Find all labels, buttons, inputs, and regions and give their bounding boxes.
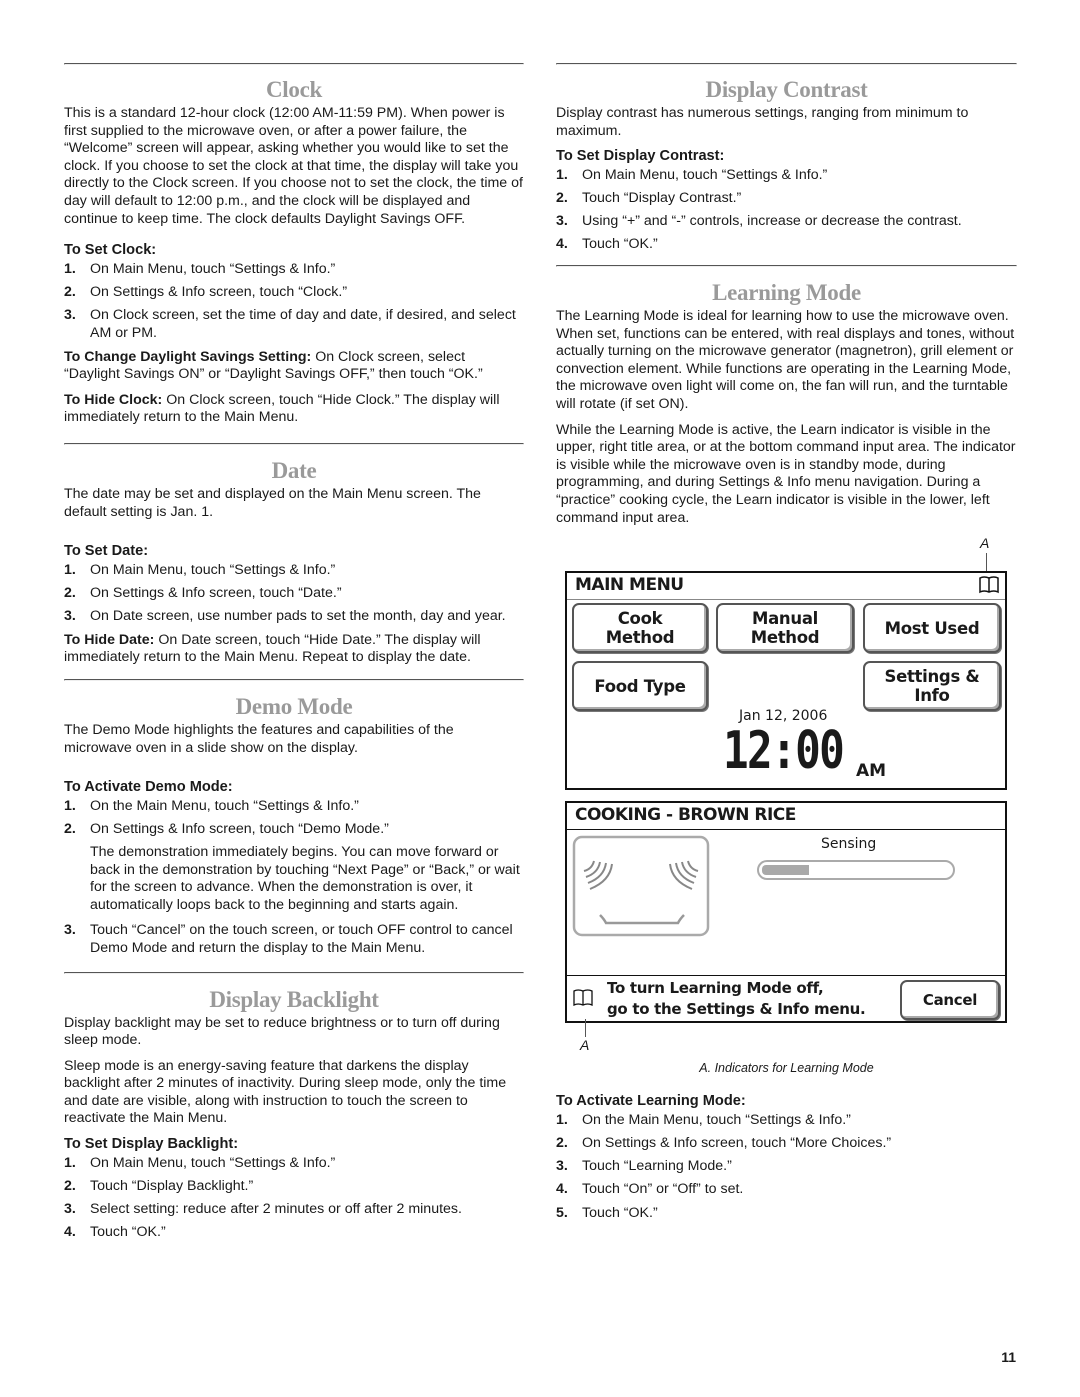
contrast-title: Display Contrast	[705, 77, 868, 102]
right-column: Display Contrast Display contrast has nu…	[556, 63, 1017, 1228]
demo-title: Demo Mode	[235, 694, 353, 720]
time-display: 12:00	[723, 721, 845, 782]
book-icon	[979, 576, 999, 598]
demo-intro: The Demo Mode highlights the features an…	[64, 722, 454, 756]
list-item: 1. On the Main Menu, touch “Settings & In…	[64, 798, 359, 815]
contrast-intro: Display contrast has numerous settings, …	[556, 105, 969, 139]
demo-steps: 1. On the Main Menu, touch “Settings & In…	[64, 798, 524, 957]
most-used-button[interactable]: Most Used	[863, 603, 1001, 654]
list-item: 2. On Settings & Info screen, touch “Demo…	[64, 821, 520, 913]
cooking-screen: COOKING - BROWN RICE Sensing To turn Lea…	[565, 801, 1007, 1024]
food-type-button[interactable]: Food Type	[572, 661, 708, 712]
list-item: 4. Touch “OK.”	[64, 1224, 166, 1241]
clock-subhead: To Set Clock:	[64, 242, 157, 259]
list-item: 2. On Settings & Info screen, touch “Cloc…	[64, 284, 348, 301]
date-title: Date	[271, 457, 317, 483]
clock-steps: 1. On Main Menu, touch “Settings & Info.”…	[64, 261, 524, 342]
list-item: 3. On Clock screen, set the time of day a…	[64, 307, 516, 341]
contrast-steps: 1. On Main Menu, touch “Settings & Info.”…	[556, 167, 1017, 254]
clock-hide-note: To Hide Clock: On Clock screen, touch “H…	[64, 391, 500, 426]
contrast-subhead: To Set Display Contrast:	[556, 148, 725, 165]
section-divider	[64, 442, 524, 445]
backlight-intro-1: Display backlight may be set to reduce b…	[64, 1014, 500, 1049]
section-divider	[556, 63, 1017, 65]
learning-mode-figure: A MAIN MENU Cook Method Manual Method Mo…	[556, 535, 1017, 1075]
list-item: 1. On Main Menu, touch “Settings & Info.”	[64, 562, 336, 579]
main-menu-title: MAIN MENU	[575, 575, 684, 596]
main-menu-screen: MAIN MENU Cook Method Manual Method Most…	[565, 571, 1007, 791]
section-divider	[64, 63, 524, 65]
backlight-title: Display Backlight	[209, 986, 379, 1012]
list-item: 3. Touch “Cancel” on the touch screen, or…	[64, 922, 513, 956]
list-item: 3. Select setting: reduce after 2 minutes…	[64, 1201, 462, 1218]
command-area-divider	[567, 975, 1005, 977]
demo-subhead: To Activate Demo Mode:	[64, 779, 233, 796]
progress-fill	[762, 865, 809, 876]
date-hide-note: To Hide Date: On Date screen, touch “Hid…	[64, 631, 481, 666]
backlight-steps: 1. On Main Menu, touch “Settings & Info.”…	[64, 1155, 524, 1242]
manual-method-button[interactable]: Manual Method	[716, 603, 854, 654]
book-icon	[573, 989, 593, 1011]
sensing-progress-bar	[757, 860, 955, 881]
clock-dst-note: To Change Daylight Savings Setting: On C…	[64, 348, 483, 383]
date-subhead: To Set Date:	[64, 543, 149, 560]
sensing-status: Sensing	[821, 836, 877, 853]
backlight-intro-2: Sleep mode is an energy-saving feature t…	[64, 1057, 507, 1127]
list-item: 4. Touch “On” or “Off” to set.	[556, 1181, 744, 1198]
date-intro: The date may be set and displayed on the…	[64, 485, 481, 520]
main-menu-header: MAIN MENU	[567, 573, 1005, 601]
list-item: 4. Touch “OK.”	[556, 236, 658, 253]
figure-caption: A. Indicators for Learning Mode	[699, 1061, 874, 1076]
clock-intro: This is a standard 12-hour clock (12:00 …	[64, 105, 523, 227]
settings-info-button[interactable]: Settings & Info	[863, 661, 1001, 712]
page-number: 11	[1001, 1349, 1016, 1365]
learning-intro-2: While the Learning Mode is active, the L…	[556, 421, 1016, 526]
callout-leader-bottom	[585, 1019, 586, 1038]
learning-title: Learning Mode	[712, 280, 861, 306]
list-item: 5. Touch “OK.”	[556, 1204, 658, 1221]
learning-intro-1: The Learning Mode is ideal for learning …	[556, 308, 1015, 413]
learning-mode-message: To turn Learning Mode off, go to the Set…	[607, 979, 866, 1019]
learning-subhead: To Activate Learning Mode:	[556, 1093, 746, 1110]
backlight-subhead: To Set Display Backlight:	[64, 1136, 239, 1153]
list-item: 1. On Main Menu, touch “Settings & Info.”	[64, 1155, 336, 1172]
list-item: 2. Touch “Display Contrast.”	[556, 190, 742, 207]
date-steps: 1. On Main Menu, touch “Settings & Info.”…	[64, 562, 524, 626]
list-item: 1. On the Main Menu, touch “Settings & In…	[556, 1112, 851, 1129]
cooking-title: COOKING - BROWN RICE	[575, 805, 796, 826]
section-divider	[64, 971, 524, 974]
callout-label-a-bottom: A	[580, 1037, 590, 1054]
cancel-button[interactable]: Cancel	[900, 980, 1000, 1021]
callout-label-a-top: A	[980, 535, 990, 552]
list-item: 3. Using “+” and “-” controls, increase o…	[556, 213, 962, 230]
learning-steps: 1. On the Main Menu, touch “Settings & In…	[556, 1112, 1017, 1222]
list-item: 1. On Main Menu, touch “Settings & Info.”	[556, 167, 828, 184]
cooking-header: COOKING - BROWN RICE	[567, 803, 1005, 831]
list-item: 2. On Settings & Info screen, touch “More…	[556, 1135, 892, 1152]
callout-leader-top	[986, 553, 987, 572]
list-item: 1. On Main Menu, touch “Settings & Info.”	[64, 261, 336, 278]
section-divider	[64, 679, 524, 682]
microwave-cavity-icon	[572, 835, 710, 937]
am-pm-indicator: AM	[856, 761, 887, 782]
left-column: Clock This is a standard 12-hour clock (…	[64, 63, 524, 1248]
list-item: 2. On Settings & Info screen, touch “Date…	[64, 585, 342, 602]
list-item: 3. Touch “Learning Mode.”	[556, 1158, 732, 1175]
list-item: 2. Touch “Display Backlight.”	[64, 1178, 254, 1195]
clock-title: Clock	[265, 77, 322, 102]
section-divider	[556, 265, 1017, 268]
list-item: 3. On Date screen, use number pads to set…	[64, 608, 506, 625]
cook-method-button[interactable]: Cook Method	[572, 603, 708, 654]
